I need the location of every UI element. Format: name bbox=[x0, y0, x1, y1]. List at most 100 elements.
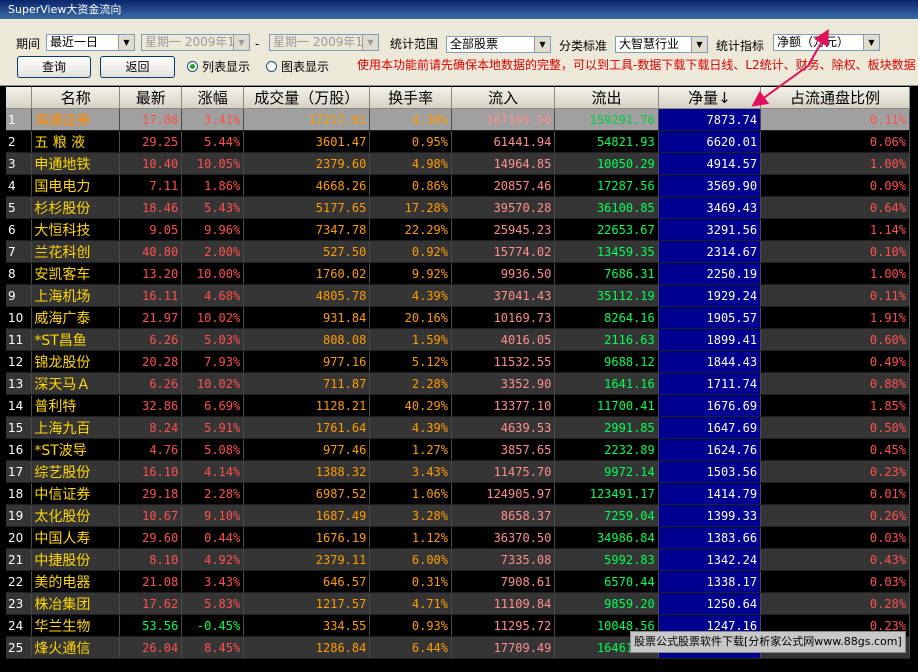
table-row[interactable]: 7 兰花科创 40.80 2.00% 527.50 0.92% 15774.02 13459.… bbox=[6, 240, 910, 263]
chevron-down-icon[interactable]: ▼ bbox=[534, 37, 550, 52]
outflow: 17287.56 bbox=[554, 174, 659, 197]
table-row[interactable]: 10 威海广泰 21.97 10.02% 931.84 20.16% 10169.73 826… bbox=[6, 306, 910, 329]
table-row[interactable]: 2五 粮 液 29.25 5.44% 3601.47 0.95% 61441.94 5482… bbox=[6, 130, 910, 153]
net-volume: 1899.41 bbox=[658, 328, 762, 351]
latest-price: 9.05 bbox=[119, 218, 183, 241]
category-label: 分类标准 bbox=[559, 39, 608, 53]
date-to-picker[interactable]: 星期一 2009年12 ▼ bbox=[269, 34, 379, 51]
float-ratio: 0.03% bbox=[760, 526, 910, 549]
stock-name: *ST昌鱼 bbox=[31, 328, 121, 351]
table-row[interactable]: 16 *ST波导 4.76 5.08% 977.46 1.27% 3857.65 2232.8… bbox=[6, 438, 910, 461]
col-header-float-ratio[interactable]: 占流通盘比例 bbox=[760, 87, 910, 109]
table-row[interactable]: 21 中捷股份 8.10 4.92% 2379.11 6.00% 7335.08 5992.8… bbox=[6, 548, 910, 571]
volume: 1128.21 bbox=[243, 394, 371, 417]
table-row[interactable]: 3 申通地铁 10.40 10.05% 2379.60 4.98% 14964.85 1005… bbox=[6, 152, 910, 175]
outflow: 123491.17 bbox=[554, 482, 659, 505]
scope-select[interactable]: 全部股票 ▼ bbox=[446, 36, 551, 53]
table-row[interactable]: 8 安凯客车 13.20 10.00% 1760.02 9.92% 9936.50 7686.… bbox=[6, 262, 910, 285]
period-select[interactable]: 最近一日 ▼ bbox=[46, 34, 135, 51]
latest-price: 29.25 bbox=[119, 130, 183, 153]
stock-table: 名称 最新 涨幅 成交量（万股） 换手率 流入 流出 净量↓ 占流通盘比例 1海… bbox=[6, 87, 910, 659]
turnover-rate: 0.86% bbox=[369, 174, 452, 197]
col-header-outflow[interactable]: 流出 bbox=[554, 87, 659, 109]
table-row[interactable]: 22 美的电器 21.08 3.43% 646.57 0.31% 7908.61 6570.4… bbox=[6, 570, 910, 593]
table-row[interactable]: 19 太化股份 10.67 9.10% 1687.49 3.28% 8658.37 7259.… bbox=[6, 504, 910, 527]
turnover-rate: 20.16% bbox=[369, 306, 452, 329]
col-header-index[interactable] bbox=[6, 87, 33, 109]
turnover-rate: 17.28% bbox=[369, 196, 452, 219]
chevron-down-icon[interactable]: ▼ bbox=[863, 35, 879, 50]
table-row[interactable]: 23 株冶集团 17.62 5.83% 1217.57 4.71% 11109.84 9859… bbox=[6, 592, 910, 615]
float-ratio: 0.11% bbox=[760, 284, 910, 307]
table-row[interactable]: 6 大恒科技 9.05 9.96% 7347.78 22.29% 25945.23 22653… bbox=[6, 218, 910, 241]
volume: 2379.60 bbox=[243, 152, 371, 175]
col-header-net[interactable]: 净量↓ bbox=[658, 87, 762, 109]
float-ratio: 1.91% bbox=[760, 306, 910, 329]
net-volume: 1624.76 bbox=[658, 438, 762, 461]
radio-chart-view[interactable] bbox=[266, 61, 277, 72]
volume: 4805.78 bbox=[243, 284, 371, 307]
latest-price: 6.26 bbox=[119, 372, 183, 395]
col-header-inflow[interactable]: 流入 bbox=[451, 87, 556, 109]
row-index: 18 bbox=[6, 482, 33, 505]
watermark-text: 股票公式股票软件下载[分析家公式网www.88gs.com] bbox=[630, 631, 906, 653]
col-header-name[interactable]: 名称 bbox=[31, 87, 121, 109]
col-header-change[interactable]: 涨幅 bbox=[181, 87, 245, 109]
back-button[interactable]: 返回 bbox=[100, 56, 175, 78]
chevron-down-icon[interactable]: ▼ bbox=[118, 35, 134, 50]
col-header-volume[interactable]: 成交量（万股） bbox=[243, 87, 371, 109]
net-volume: 1676.69 bbox=[658, 394, 762, 417]
stock-name: 中捷股份 bbox=[31, 548, 121, 571]
latest-price: 17.88 bbox=[119, 108, 183, 131]
chevron-down-icon[interactable]: ▼ bbox=[691, 37, 707, 52]
volume: 1286.84 bbox=[243, 636, 371, 659]
row-index: 12 bbox=[6, 350, 33, 373]
table-row[interactable]: 18 中信证券 29.18 2.28% 6987.52 1.06% 124905.97 123… bbox=[6, 482, 910, 505]
metric-select[interactable]: 净额（万元） ▼ bbox=[773, 34, 880, 51]
table-row[interactable]: 9 上海机场 16.11 4.68% 4805.78 4.39% 37041.43 35112… bbox=[6, 284, 910, 307]
chevron-down-icon[interactable]: ▼ bbox=[233, 35, 249, 50]
float-ratio: 0.43% bbox=[760, 548, 910, 571]
stock-name: 深天马Ａ bbox=[31, 372, 121, 395]
date-from-picker[interactable]: 星期一 2009年12 ▼ bbox=[141, 34, 250, 51]
table-row[interactable]: 17 综艺股份 16.10 4.14% 1388.32 3.43% 11475.70 9972… bbox=[6, 460, 910, 483]
table-row[interactable]: 5 杉杉股份 18.46 5.43% 5177.65 17.28% 39570.28 3610… bbox=[6, 196, 910, 219]
col-header-price[interactable]: 最新 bbox=[119, 87, 183, 109]
volume: 17217.01 bbox=[243, 108, 371, 131]
volume: 7347.78 bbox=[243, 218, 371, 241]
latest-price: 29.60 bbox=[119, 526, 183, 549]
latest-price: 18.46 bbox=[119, 196, 183, 219]
radio-chart-label[interactable]: 图表显示 bbox=[281, 59, 329, 75]
float-ratio: 0.88% bbox=[760, 372, 910, 395]
inflow: 3352.90 bbox=[451, 372, 556, 395]
stock-name: 太化股份 bbox=[31, 504, 121, 527]
change-pct: 6.69% bbox=[181, 394, 245, 417]
float-ratio: 0.28% bbox=[760, 592, 910, 615]
chevron-down-icon[interactable]: ▼ bbox=[362, 35, 378, 50]
volume: 646.57 bbox=[243, 570, 371, 593]
net-volume: 1647.69 bbox=[658, 416, 762, 439]
table-row[interactable]: 4 国电电力 7.11 1.86% 4668.26 0.86% 20857.46 17287.… bbox=[6, 174, 910, 197]
table-row[interactable]: 13 深天马Ａ 6.26 10.02% 711.87 2.28% 3352.90 1641.1… bbox=[6, 372, 910, 395]
date-to-value: 星期一 2009年12 bbox=[273, 35, 371, 49]
volume: 527.50 bbox=[243, 240, 371, 263]
latest-price: 8.24 bbox=[119, 416, 183, 439]
table-row[interactable]: 20 中国人寿 29.60 0.44% 1676.19 1.12% 36370.50 3498… bbox=[6, 526, 910, 549]
outflow: 2116.63 bbox=[554, 328, 659, 351]
col-header-turnover[interactable]: 换手率 bbox=[369, 87, 452, 109]
radio-list-view[interactable] bbox=[187, 61, 198, 72]
table-row[interactable]: 12 锦龙股份 20.28 7.93% 977.16 5.12% 11532.55 9688.… bbox=[6, 350, 910, 373]
radio-list-label[interactable]: 列表显示 bbox=[202, 59, 250, 75]
net-volume: 7873.74 bbox=[658, 108, 762, 131]
table-row[interactable]: 11 *ST昌鱼 6.26 5.03% 808.08 1.59% 4016.05 2116.6… bbox=[6, 328, 910, 351]
latest-price: 29.18 bbox=[119, 482, 183, 505]
turnover-rate: 1.59% bbox=[369, 328, 452, 351]
table-row[interactable]: 1 海通证券 17.88 3.41% 17217.01 4.30% 167165.50 159… bbox=[6, 108, 910, 131]
query-button[interactable]: 查询 bbox=[17, 56, 91, 78]
float-ratio: 1.00% bbox=[760, 152, 910, 175]
category-select[interactable]: 大智慧行业 ▼ bbox=[615, 36, 708, 53]
net-volume: 1342.24 bbox=[658, 548, 762, 571]
inflow: 4016.05 bbox=[451, 328, 556, 351]
table-row[interactable]: 15 上海九百 8.24 5.91% 1761.64 4.39% 4639.53 2991.8… bbox=[6, 416, 910, 439]
table-row[interactable]: 14 普利特 32.86 6.69% 1128.21 40.29% 13377.10 1170… bbox=[6, 394, 910, 417]
